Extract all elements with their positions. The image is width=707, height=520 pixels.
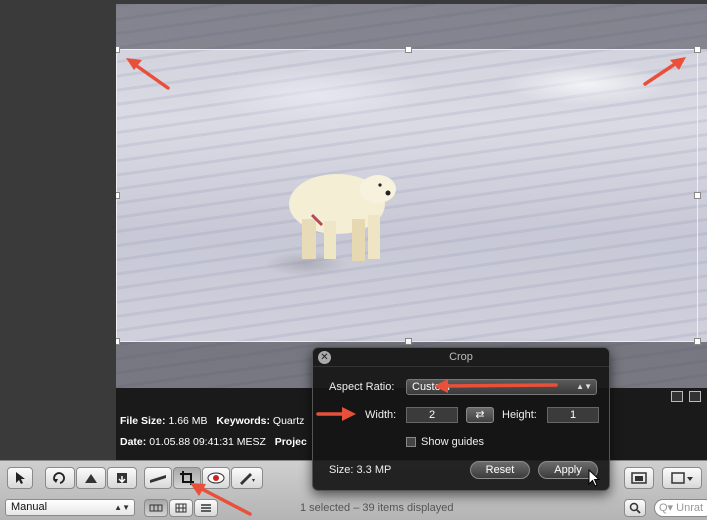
- crop-dim-top: [116, 4, 707, 49]
- filmstrip-view-button[interactable]: [144, 499, 168, 517]
- swap-icon: ⇄: [475, 409, 485, 421]
- list-view-button[interactable]: [194, 499, 218, 517]
- show-guides-checkbox[interactable]: [406, 437, 416, 447]
- keywords-label: Keywords:: [216, 415, 270, 427]
- size-label: Size: 3.3 MP: [329, 464, 392, 476]
- show-guides-label: Show guides: [421, 436, 484, 448]
- crop-handle-top-left[interactable]: [116, 46, 120, 53]
- crop-rectangle[interactable]: [116, 46, 701, 345]
- adjustments-button[interactable]: [662, 467, 702, 489]
- close-icon[interactable]: ✕: [318, 351, 331, 364]
- crop-tool-button[interactable]: [173, 467, 201, 489]
- date-value: 01.05.88 09:41:31 MESZ: [149, 436, 266, 448]
- status-text: 1 selected – 39 items displayed: [300, 502, 454, 514]
- list-icon: [201, 504, 211, 512]
- rotate-icon: [53, 472, 65, 484]
- zoom-button[interactable]: [624, 499, 646, 517]
- magnifier-icon: [629, 502, 641, 514]
- select-arrows-icon: ▲▼: [114, 503, 130, 512]
- mouse-cursor-icon: [588, 469, 600, 487]
- stamp-icon: [117, 473, 127, 484]
- metadata-line-2: Date: 01.05.88 09:41:31 MESZ Projec: [120, 436, 307, 448]
- metadata-view-icon[interactable]: [671, 391, 683, 402]
- fullscreen-button[interactable]: [624, 467, 654, 489]
- rotate-button[interactable]: [45, 467, 75, 489]
- swap-dimensions-button[interactable]: ⇄: [466, 407, 494, 423]
- crop-icon: [180, 471, 194, 485]
- view-mode-value: Manual: [11, 501, 48, 513]
- straighten-tool-button[interactable]: [144, 467, 172, 489]
- fullscreen-icon: [631, 472, 647, 484]
- adjustments-icon: [671, 472, 693, 484]
- crop-handle-bottom[interactable]: [405, 338, 412, 345]
- file-size-label: File Size:: [120, 415, 166, 427]
- select-arrows-icon: ▲▼: [576, 382, 592, 391]
- aspect-ratio-label: Aspect Ratio:: [329, 381, 395, 393]
- crop-handle-top[interactable]: [405, 46, 412, 53]
- brush-button[interactable]: [231, 467, 263, 489]
- file-size-value: 1.66 MB: [168, 415, 208, 427]
- crop-handle-left[interactable]: [116, 192, 120, 199]
- crop-handle-top-right[interactable]: [694, 46, 701, 53]
- project-label: Projec: [274, 436, 307, 448]
- hud-title: Crop: [313, 348, 609, 367]
- keywords-value: Quartz: [272, 415, 305, 427]
- crop-hud: Crop ✕ Aspect Ratio: Custom ▲▼ Width: 2 …: [312, 347, 610, 491]
- crop-handle-bottom-right[interactable]: [694, 338, 701, 345]
- width-field[interactable]: 2: [406, 407, 458, 423]
- filmstrip-icon: [149, 504, 163, 512]
- search-field[interactable]: Q▾ Unrat: [654, 499, 707, 517]
- view-mode-select[interactable]: Manual ▲▼: [5, 499, 135, 516]
- height-field[interactable]: 1: [547, 407, 599, 423]
- aspect-ratio-select[interactable]: Custom ▲▼: [406, 379, 597, 395]
- red-eye-button[interactable]: [202, 467, 230, 489]
- eye-icon: [207, 472, 225, 484]
- straighten-icon: [85, 474, 97, 483]
- crop-handle-right[interactable]: [694, 192, 701, 199]
- brush-icon: [240, 473, 255, 485]
- grid-icon: [175, 503, 187, 513]
- arrow-pointer-icon: [16, 472, 25, 484]
- date-label: Date:: [120, 436, 147, 448]
- level-tool-icon: [150, 475, 166, 483]
- photo-canvas[interactable]: [116, 4, 707, 388]
- reset-button[interactable]: Reset: [470, 461, 530, 479]
- select-tool-button[interactable]: [7, 467, 33, 489]
- width-label: Width:: [365, 409, 397, 421]
- grid-view-button[interactable]: [169, 499, 193, 517]
- crop-handle-bottom-left[interactable]: [116, 338, 120, 345]
- metadata-page-icon[interactable]: [689, 391, 701, 402]
- metadata-line-1: File Size: 1.66 MB Keywords: Quartz: [120, 415, 304, 427]
- aspect-ratio-value: Custom: [412, 381, 450, 393]
- search-placeholder: Q▾ Unrat: [659, 502, 704, 514]
- lift-stamp-button[interactable]: [107, 467, 137, 489]
- height-label: Height:: [502, 409, 537, 421]
- straighten-button[interactable]: [76, 467, 106, 489]
